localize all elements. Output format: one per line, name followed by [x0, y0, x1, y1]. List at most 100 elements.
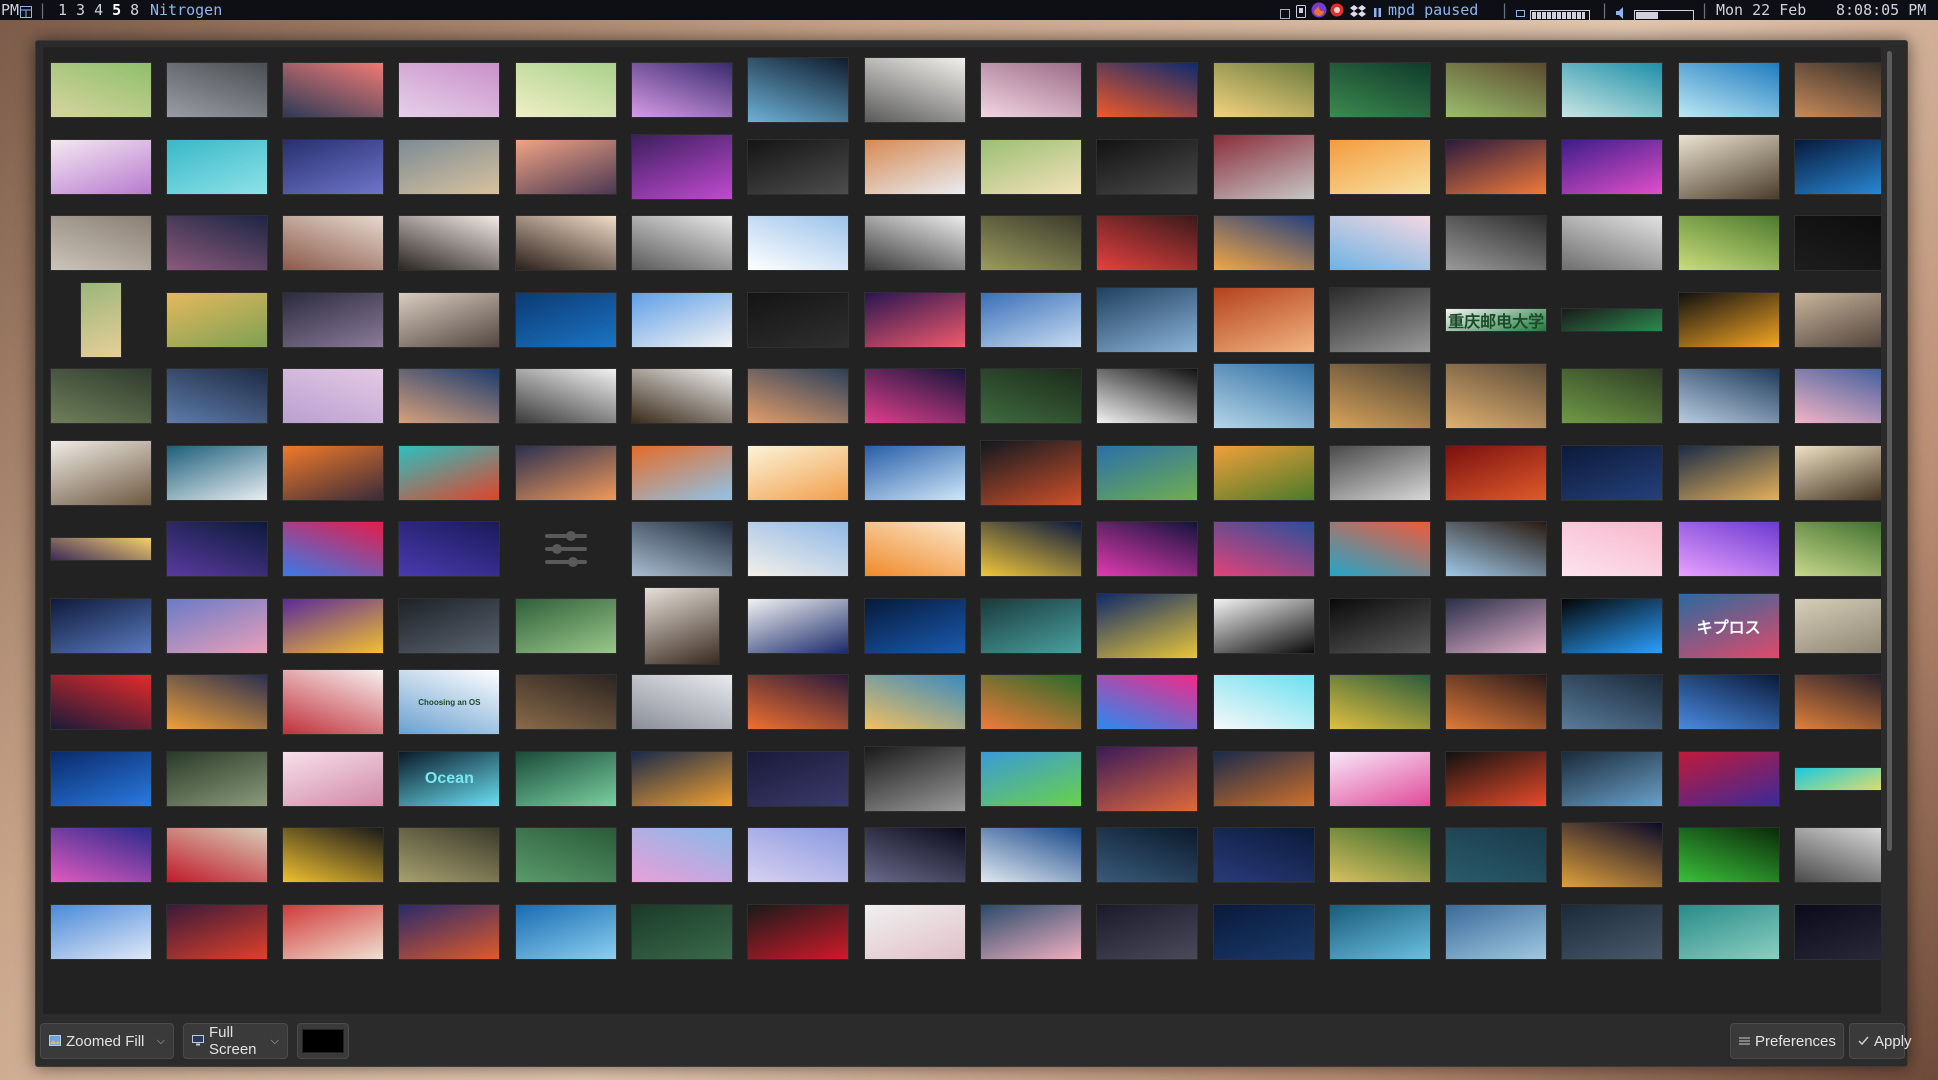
- wallpaper-cell[interactable]: [43, 50, 158, 130]
- wallpaper-thumbnail-pine-branch[interactable]: [1562, 369, 1663, 423]
- wallpaper-thumbnail-fox-pattern[interactable]: [1795, 522, 1881, 576]
- wallpaper-thumbnail-neon-city[interactable]: [50, 828, 151, 882]
- wallpaper-thumbnail-anime-picnic[interactable]: [50, 63, 151, 117]
- wallpaper-cell[interactable]: [973, 356, 1088, 436]
- wallpaper-thumbnail-big-sur[interactable]: [283, 522, 384, 576]
- wallpaper-cell[interactable]: [1788, 892, 1881, 972]
- wallpaper-thumbnail-row12-12[interactable]: [1329, 904, 1430, 959]
- wallpaper-cell[interactable]: [276, 356, 391, 436]
- wallpaper-cell[interactable]: [508, 662, 623, 742]
- wallpaper-thumbnail-starry-blue[interactable]: [1213, 828, 1314, 882]
- wallpaper-cell[interactable]: [1788, 127, 1881, 207]
- wallpaper-cell[interactable]: [741, 586, 856, 666]
- wallpaper-thumbnail-dark-door[interactable]: [1097, 369, 1198, 423]
- wallpaper-thumbnail-orange-fruits[interactable]: [1329, 139, 1430, 194]
- wallpaper-thumbnail-snow-dusk[interactable]: [1446, 598, 1547, 653]
- wallpaper-cell[interactable]: [508, 509, 623, 589]
- wallpaper-thumbnail-row12-6[interactable]: [632, 904, 732, 959]
- wallpaper-cell[interactable]: [857, 203, 972, 283]
- wallpaper-cell[interactable]: [1788, 739, 1881, 819]
- wallpaper-thumbnail-galaxy-city[interactable]: [864, 828, 965, 882]
- tray-round-icon[interactable]: [1330, 2, 1344, 20]
- wallpaper-cell[interactable]: [508, 127, 623, 207]
- wallpaper-cell[interactable]: [1555, 815, 1670, 895]
- wallpaper-cell[interactable]: [741, 203, 856, 283]
- wallpaper-cell[interactable]: [276, 433, 391, 513]
- wallpaper-cell[interactable]: Ocean: [392, 739, 507, 819]
- wallpaper-thumbnail-girl-portrait-1[interactable]: [283, 216, 384, 270]
- wallpaper-thumbnail-red-sun[interactable]: [1097, 216, 1198, 270]
- wallpaper-cell[interactable]: [625, 203, 740, 283]
- wallpaper-thumbnail-foggy-forest[interactable]: [632, 522, 732, 576]
- wallpaper-thumbnail-ice-shelf[interactable]: [1562, 751, 1663, 806]
- wallpaper-thumbnail-forest-night[interactable]: [1097, 828, 1198, 882]
- wallpaper-cell[interactable]: [508, 433, 623, 513]
- scrollbar-thumb[interactable]: [1887, 51, 1892, 851]
- wallpaper-thumbnail-saturn[interactable]: [632, 828, 732, 882]
- wallpaper-cell[interactable]: [1090, 50, 1205, 130]
- wallpaper-gallery[interactable]: 重庆邮电大学キプロス Choosing an OS Ocean: [43, 47, 1881, 1014]
- wallpaper-cell[interactable]: Choosing an OS: [392, 662, 507, 742]
- wallpaper-cell[interactable]: [1439, 662, 1554, 742]
- wallpaper-thumbnail-girl-cherry[interactable]: [283, 292, 384, 347]
- wallpaper-thumbnail-blue-stripe[interactable]: [980, 522, 1081, 576]
- wallpaper-thumbnail-logo-banner[interactable]: 重庆邮电大学: [1446, 308, 1547, 331]
- wallpaper-thumbnail-blue-hills[interactable]: [980, 292, 1081, 347]
- wallpaper-cell[interactable]: [625, 586, 740, 666]
- wallpaper-thumbnail-car-dusk[interactable]: [166, 598, 267, 653]
- wallpaper-thumbnail-cartoon-kids[interactable]: [980, 139, 1081, 194]
- workspace-8[interactable]: 8: [130, 1, 139, 19]
- wallpaper-thumbnail-purple-road[interactable]: [1562, 139, 1663, 194]
- wallpaper-thumbnail-girl-bw[interactable]: [864, 216, 965, 270]
- wallpaper-thumbnail-night-lake[interactable]: [166, 369, 267, 423]
- wallpaper-thumbnail-city-alley[interactable]: [399, 598, 500, 653]
- speaker-icon[interactable]: [1616, 4, 1626, 20]
- mode-select[interactable]: Zoomed Fill ⌵: [40, 1023, 174, 1059]
- wallpaper-thumbnail-dune-sunset[interactable]: [1446, 364, 1547, 428]
- wallpaper-thumbnail-red-anime[interactable]: [50, 675, 151, 729]
- wallpaper-cell[interactable]: [508, 815, 623, 895]
- wallpaper-cell[interactable]: [1671, 203, 1786, 283]
- wallpaper-thumbnail-aerial-woods[interactable]: [1446, 63, 1547, 117]
- gallery-scrollbar[interactable]: [1883, 47, 1895, 1014]
- wallpaper-cell[interactable]: [857, 127, 972, 207]
- wallpaper-cell[interactable]: [1671, 662, 1786, 742]
- wallpaper-cell[interactable]: [392, 815, 507, 895]
- wallpaper-thumbnail-scifi-car[interactable]: [748, 58, 849, 122]
- wallpaper-cell[interactable]: [1322, 815, 1437, 895]
- wallpaper-thumbnail-moon-hills[interactable]: [1097, 139, 1198, 194]
- wallpaper-thumbnail-teal-haze[interactable]: [1446, 828, 1547, 882]
- wallpaper-cell[interactable]: [159, 203, 274, 283]
- wallpaper-thumbnail-cozy-room[interactable]: [399, 292, 500, 347]
- wallpaper-thumbnail-flower-sky[interactable]: [1213, 522, 1314, 576]
- wallpaper-thumbnail-manga-red[interactable]: [283, 670, 384, 734]
- display-select[interactable]: Full Screen ⌵: [183, 1023, 288, 1059]
- wallpaper-cell[interactable]: [1671, 433, 1786, 513]
- wallpaper-cell[interactable]: [741, 127, 856, 207]
- wallpaper-thumbnail-cute-pastel[interactable]: [1329, 751, 1430, 806]
- wallpaper-thumbnail-ship-sea[interactable]: [864, 675, 965, 729]
- wallpaper-thumbnail-night-street[interactable]: [1795, 675, 1881, 729]
- wallpaper-thumbnail-la-sunset[interactable]: [748, 675, 849, 729]
- wallpaper-thumbnail-anime-sketch[interactable]: [1795, 828, 1881, 882]
- wallpaper-cell[interactable]: [1090, 127, 1205, 207]
- wallpaper-cell[interactable]: [1439, 815, 1554, 895]
- wallpaper-thumbnail-os-flowchart[interactable]: Choosing an OS: [399, 670, 500, 734]
- workspace-5[interactable]: 5: [112, 1, 121, 19]
- wallpaper-cell[interactable]: [392, 280, 507, 360]
- wallpaper-thumbnail-dark-planet[interactable]: [399, 522, 500, 576]
- wallpaper-thumbnail-blue-tunnel[interactable]: [864, 598, 965, 653]
- wallpaper-cell[interactable]: [625, 739, 740, 819]
- wallpaper-thumbnail-wooden-pier[interactable]: [399, 369, 500, 423]
- wallpaper-cell[interactable]: [741, 433, 856, 513]
- wallpaper-thumbnail-row12-10[interactable]: [1097, 904, 1198, 959]
- wallpaper-cell[interactable]: [276, 127, 391, 207]
- wallpaper-cell[interactable]: [43, 739, 158, 819]
- wallpaper-thumbnail-dark-room[interactable]: [515, 675, 616, 729]
- wallpaper-cell[interactable]: [741, 739, 856, 819]
- wallpaper-cell[interactable]: [1439, 892, 1554, 972]
- wallpaper-thumbnail-antelope-canyon[interactable]: [1213, 287, 1314, 352]
- wallpaper-cell[interactable]: [973, 50, 1088, 130]
- wallpaper-cell[interactable]: [1555, 127, 1670, 207]
- wallpaper-cell[interactable]: キプロス: [1671, 586, 1786, 666]
